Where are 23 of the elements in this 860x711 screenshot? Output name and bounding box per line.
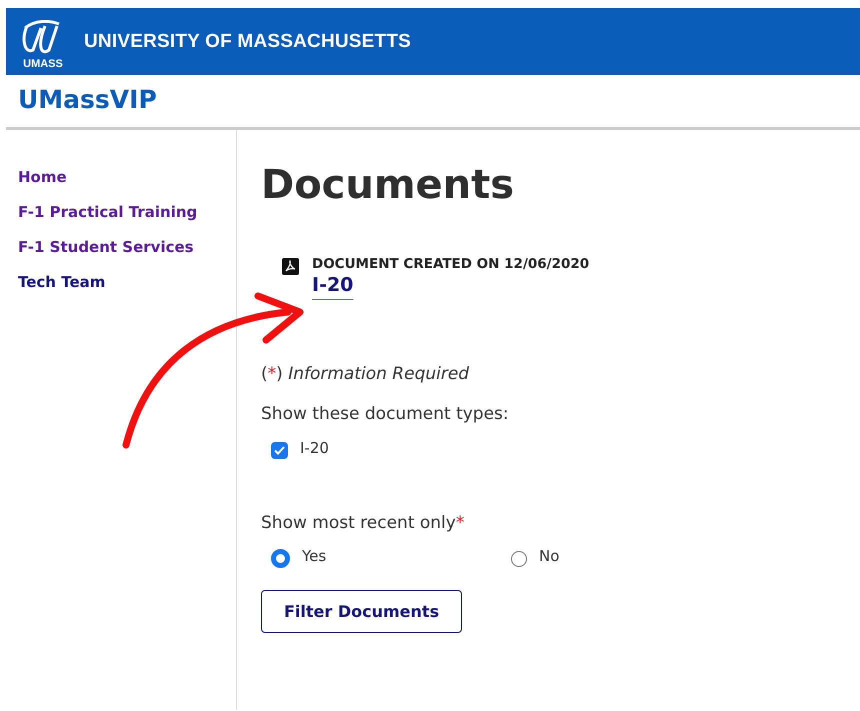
document-link[interactable]: I-20 — [312, 274, 354, 304]
check-icon — [274, 446, 285, 455]
sidebar-link[interactable]: Tech Team — [18, 273, 106, 291]
field-label: Show these document types: — [261, 404, 509, 424]
filter-button[interactable]: Filter Documents — [261, 590, 462, 633]
page-title: Documents — [261, 162, 514, 208]
pdf-icon — [282, 258, 299, 275]
field-label: Show most recent only* — [261, 513, 464, 533]
radio-label: No — [539, 546, 560, 564]
site-title: UMassVIP — [17, 84, 158, 116]
radio-button[interactable] — [511, 550, 527, 566]
sidebar-link[interactable]: F-1 Student Services — [18, 238, 194, 256]
logo-text: UMASS — [23, 58, 63, 70]
sidebar-link[interactable]: Home — [18, 168, 67, 186]
logo[interactable]: UMASS — [16, 14, 70, 70]
document-date: DOCUMENT CREATED ON 12/06/2020 — [312, 256, 590, 272]
checkbox[interactable] — [271, 442, 288, 459]
required-note: (*) Information Required — [261, 364, 470, 384]
radio-label: Yes — [302, 546, 326, 564]
university-name: UNIVERSITY OF MASSACHUSETTS — [84, 30, 412, 52]
radio-button[interactable] — [271, 549, 290, 568]
sidebar-link[interactable]: F-1 Practical Training — [18, 203, 198, 221]
checkbox-label: I-20 — [300, 438, 329, 456]
